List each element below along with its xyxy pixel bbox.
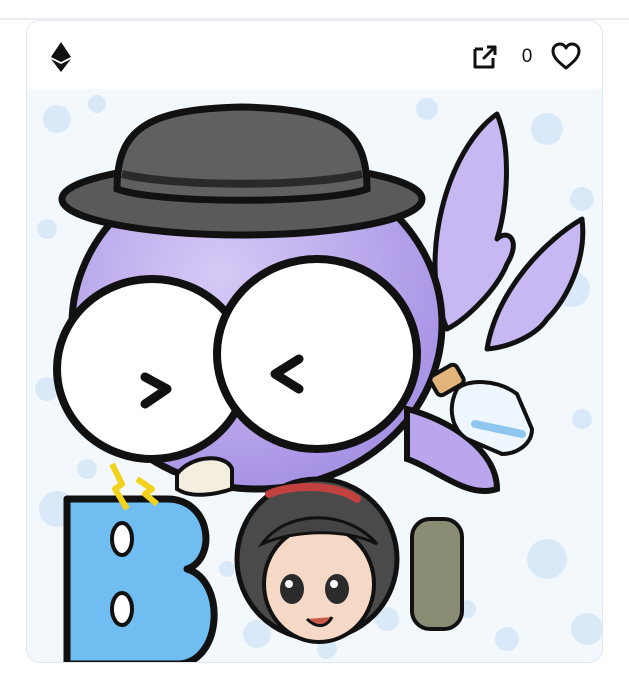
- hat: [58, 103, 426, 239]
- open-in-new-icon[interactable]: [471, 43, 499, 71]
- girl-character: [234, 476, 464, 644]
- wing-upper: [432, 111, 516, 332]
- like-count: 0: [521, 46, 533, 67]
- ethereum-icon: [51, 42, 71, 72]
- nft-card[interactable]: 0: [26, 20, 603, 663]
- artwork-image[interactable]: [27, 89, 602, 662]
- card-header: 0: [27, 21, 602, 89]
- artwork-illustration: [35, 95, 602, 662]
- heart-outline-icon[interactable]: [550, 41, 582, 71]
- eye-right: [213, 255, 421, 453]
